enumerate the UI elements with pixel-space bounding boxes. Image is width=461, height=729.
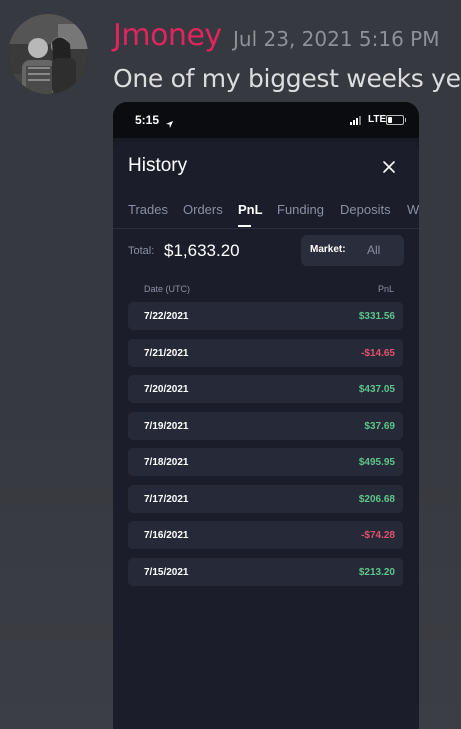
pnl-row-value: $331.56 xyxy=(358,311,395,322)
pnl-row-date: 7/18/2021 xyxy=(144,457,189,468)
tab-funding[interactable]: Funding xyxy=(277,202,324,217)
market-filter-value: All xyxy=(367,243,381,257)
pnl-row-value: $213.20 xyxy=(358,566,395,578)
signal-icon xyxy=(350,116,361,125)
history-sheet: History Trades Orders PnL Funding Deposi… xyxy=(113,142,419,729)
market-filter-label: Market: xyxy=(310,244,346,255)
pnl-row-date: 7/19/2021 xyxy=(144,420,189,432)
history-tabs: Trades Orders PnL Funding Deposits W xyxy=(128,202,419,228)
pnl-row-value: -$74.28 xyxy=(361,530,395,541)
column-header-pnl: PnL xyxy=(378,284,395,294)
message-text: One of my biggest weeks yet xyxy=(113,64,461,93)
close-icon[interactable] xyxy=(378,156,400,178)
tab-pnl[interactable]: PnL xyxy=(238,202,263,217)
pnl-row-value: $495.95 xyxy=(358,457,395,468)
pnl-row[interactable]: 7/22/2021 $331.56 xyxy=(128,302,403,330)
phone-screenshot[interactable]: 5:15 LTE History Trades Orders PnL Fundi… xyxy=(113,102,419,729)
username[interactable]: Jmoney xyxy=(113,18,222,53)
message-timestamp: Jul 23, 2021 5:16 PM xyxy=(233,27,440,51)
avatar[interactable] xyxy=(8,14,88,94)
market-filter[interactable]: Market: All xyxy=(301,235,404,266)
status-bar: 5:15 LTE xyxy=(113,102,419,138)
total-label: Total: xyxy=(128,245,155,257)
active-tab-indicator xyxy=(238,225,251,227)
location-arrow-icon xyxy=(165,114,174,133)
pnl-row[interactable]: 7/16/2021 -$74.28 xyxy=(128,521,403,549)
tab-withdrawals[interactable]: W xyxy=(407,202,419,217)
network-label: LTE xyxy=(368,114,387,125)
pnl-row-value: $37.69 xyxy=(364,420,395,432)
pnl-row-date: 7/20/2021 xyxy=(144,384,189,395)
pnl-row[interactable]: 7/18/2021 $495.95 xyxy=(128,448,403,476)
tabs-divider xyxy=(113,228,419,229)
discord-message-view: Jmoney Jul 23, 2021 5:16 PM One of my bi… xyxy=(0,0,461,729)
pnl-row-date: 7/17/2021 xyxy=(144,493,189,505)
pnl-row[interactable]: 7/20/2021 $437.05 xyxy=(128,375,403,403)
column-header-date: Date (UTC) xyxy=(144,284,191,294)
pnl-row[interactable]: 7/15/2021 $213.20 xyxy=(128,557,403,586)
pnl-row[interactable]: 7/19/2021 $37.69 xyxy=(128,411,403,440)
pnl-row-date: 7/15/2021 xyxy=(144,566,189,578)
tab-trades[interactable]: Trades xyxy=(128,202,168,217)
pnl-row[interactable]: 7/21/2021 -$14.65 xyxy=(128,338,403,367)
status-time: 5:15 xyxy=(135,113,160,127)
pnl-row-date: 7/22/2021 xyxy=(144,311,189,322)
pnl-row-date: 7/16/2021 xyxy=(144,530,189,541)
battery-icon xyxy=(386,115,406,125)
tab-orders[interactable]: Orders xyxy=(183,202,223,217)
pnl-row-value: $437.05 xyxy=(358,384,395,395)
tab-deposits[interactable]: Deposits xyxy=(340,202,391,217)
pnl-row-value: $206.68 xyxy=(358,493,395,505)
pnl-row[interactable]: 7/17/2021 $206.68 xyxy=(128,484,403,513)
pnl-row-date: 7/21/2021 xyxy=(144,347,189,359)
sheet-title: History xyxy=(128,155,188,176)
avatar-photo xyxy=(8,14,88,94)
total-value: $1,633.20 xyxy=(164,241,240,260)
pnl-row-value: -$14.65 xyxy=(361,347,395,359)
